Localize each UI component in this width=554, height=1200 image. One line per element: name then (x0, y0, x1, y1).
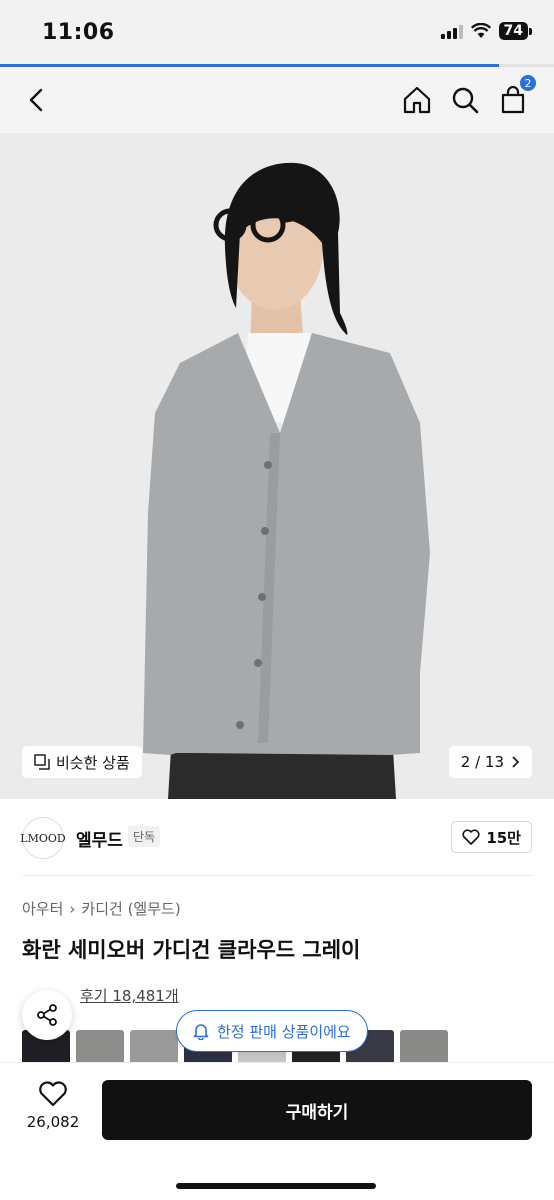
cart-button[interactable]: 2 (496, 73, 538, 117)
search-button[interactable] (448, 83, 482, 117)
brand-like-button[interactable]: 15만 (451, 821, 532, 853)
chevron-left-icon (29, 88, 43, 112)
battery-level: 74 (498, 22, 528, 40)
heart-icon (462, 829, 480, 845)
top-navigation: 2 (0, 67, 554, 133)
wishlist-button[interactable]: 26,082 (22, 1081, 84, 1131)
brand-logo[interactable]: LMOOD (20, 817, 66, 859)
bell-icon (193, 1024, 209, 1040)
cellular-signal-icon (440, 23, 463, 39)
limited-sale-notice: 한정 판매 상품이에요 (176, 1010, 368, 1052)
breadcrumb-item[interactable]: 아우터 (22, 898, 63, 919)
breadcrumb: 아우터 › 카디건 (엘무드) (22, 898, 181, 919)
status-time: 11:06 (42, 20, 115, 45)
share-icon (37, 1004, 57, 1026)
copy-icon (34, 754, 50, 770)
home-button[interactable] (400, 83, 434, 117)
home-indicator (176, 1183, 376, 1189)
home-icon (403, 86, 431, 114)
exclusive-tag: 단독 (128, 826, 161, 847)
limited-sale-text: 한정 판매 상품이에요 (217, 1022, 351, 1041)
breadcrumb-item[interactable]: 카디건 (엘무드) (81, 898, 180, 919)
wishlist-count: 26,082 (26, 1113, 80, 1131)
brand-row: LMOOD 엘무드 단독 15만 (0, 799, 554, 875)
product-title: 화란 세미오버 가디건 클라우드 그레이 (22, 938, 361, 962)
buy-button[interactable]: 구매하기 (102, 1080, 532, 1140)
back-button[interactable] (20, 83, 54, 117)
battery-icon: 74 (498, 22, 532, 40)
status-bar: 11:06 74 (0, 0, 554, 64)
breadcrumb-separator-icon: › (69, 899, 76, 918)
chevron-right-icon (512, 756, 520, 768)
search-icon (452, 87, 479, 114)
product-image-carousel[interactable]: 비슷한 상품 2 / 13 (0, 133, 554, 799)
divider (22, 875, 532, 876)
brand-name[interactable]: 엘무드 (76, 826, 123, 851)
share-button[interactable] (22, 990, 72, 1040)
image-page-indicator[interactable]: 2 / 13 (448, 746, 532, 778)
status-icons: 74 (440, 22, 532, 40)
review-count-link[interactable]: 후기 18,481개 (80, 985, 179, 1006)
similar-products-button[interactable]: 비슷한 상품 (22, 746, 142, 778)
product-photo (0, 133, 554, 799)
similar-products-label: 비슷한 상품 (56, 753, 130, 772)
page-indicator-text: 2 / 13 (460, 753, 504, 771)
cart-count-badge: 2 (518, 73, 538, 93)
wifi-icon (470, 23, 491, 38)
bottom-action-bar: 26,082 구매하기 (0, 1062, 554, 1200)
brand-like-count: 15만 (486, 828, 521, 847)
heart-icon (39, 1081, 67, 1107)
